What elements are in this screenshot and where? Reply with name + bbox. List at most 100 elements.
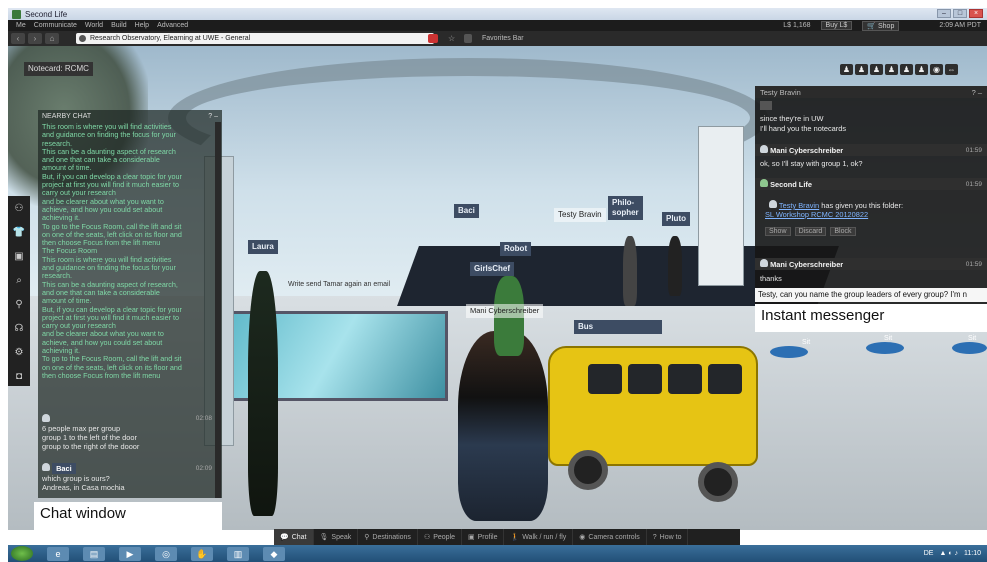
speaker-icon[interactable] (760, 101, 772, 110)
home-button[interactable]: ⌂ (45, 33, 59, 44)
show-button[interactable]: Show (765, 227, 791, 236)
dropdown-icon[interactable] (464, 34, 472, 43)
help-icon: ? (652, 533, 657, 541)
yellow-bus[interactable] (548, 346, 758, 521)
eye-icon: ◉ (579, 534, 586, 541)
notes-icon[interactable]: ▥ (227, 546, 249, 561)
destinations-label: Destinations (372, 533, 411, 541)
tray-icons[interactable]: ▲ ◐ ♪ (939, 550, 958, 557)
close-button[interactable]: × (969, 9, 983, 18)
avatar-pluto[interactable] (668, 236, 682, 296)
people-icon[interactable]: ⚇ (8, 196, 30, 220)
chat-message: Baci 02:09 which group is ours? Andreas,… (38, 460, 216, 494)
second-life-icon (760, 179, 768, 187)
chat-label: Chat (291, 533, 307, 541)
im-header: Testy Bravin ? – (755, 86, 987, 98)
media-player-icon[interactable]: ▶ (119, 546, 141, 561)
message-sender[interactable]: Baci (52, 463, 76, 474)
expand-icon[interactable]: ⇔ (945, 64, 958, 75)
person-icon[interactable]: ♟ (900, 64, 913, 75)
person-icon[interactable]: ♟ (885, 64, 898, 75)
language-indicator[interactable]: DE (924, 550, 934, 557)
folder-link[interactable]: SL Workshop RCMC 20120822 (765, 210, 868, 219)
inventory-icon[interactable]: ▣ (8, 244, 30, 268)
menu-help[interactable]: Help (135, 22, 149, 29)
person-icon[interactable]: ♟ (840, 64, 853, 75)
message-time: 01:59 (965, 260, 982, 268)
headset-icon[interactable]: ☊ (8, 316, 30, 340)
bus-window (668, 364, 702, 394)
camera-button[interactable]: ◉ Camera controls (573, 529, 647, 545)
chat-bubble-icon[interactable]: ◉ (930, 64, 943, 75)
menu-me[interactable]: Me (16, 22, 26, 29)
im-message-header: Mani Cyberschreiber 01:59 (755, 144, 987, 156)
snapshot-icon[interactable]: ◘ (8, 364, 30, 388)
bus-wheel (698, 462, 738, 502)
buy-currency-button[interactable]: Buy L$ (820, 21, 853, 30)
menu-advanced[interactable]: Advanced (157, 22, 188, 29)
second-life-taskbar-icon[interactable]: ✋ (191, 546, 213, 561)
avatar-player[interactable] (458, 331, 548, 521)
chat-button[interactable]: 💬 Chat (274, 529, 314, 545)
home-icon: ⌂ (49, 34, 55, 43)
window-titlebar: Second Life – □ × (8, 8, 987, 20)
avatar-philosopher[interactable] (623, 236, 637, 306)
floating-text: Write send Tamar again an email (288, 281, 391, 288)
minimize-button[interactable]: – (937, 9, 951, 18)
taskbar-clock[interactable]: 11:10 (964, 550, 981, 557)
back-button[interactable]: ‹ (11, 33, 25, 44)
block-button[interactable]: Block (830, 227, 856, 236)
settings-icon[interactable]: ⚙ (8, 340, 30, 364)
notecard-tab[interactable]: Notecard: RCMC (24, 62, 93, 76)
shop-button[interactable]: 🛒 Shop (862, 20, 900, 31)
shop-label: Shop (878, 22, 895, 30)
folder-icon[interactable]: ▤ (83, 546, 105, 561)
menu-world[interactable]: World (85, 22, 103, 29)
appearance-icon[interactable]: 👕 (8, 220, 30, 244)
message-line: 6 people max per group (42, 424, 121, 433)
panel-controls[interactable]: ? – (972, 88, 982, 97)
search-icon[interactable]: ⌕ (8, 268, 30, 292)
discard-button[interactable]: Discard (794, 227, 827, 236)
avatar-laura[interactable] (248, 271, 278, 516)
people-button[interactable]: ⚇ People (418, 529, 463, 545)
menu-communicate[interactable]: Communicate (34, 22, 77, 29)
person-icon[interactable]: ♟ (915, 64, 928, 75)
profile-label: Profile (477, 533, 498, 541)
profile-button[interactable]: ▣ Profile (462, 529, 505, 545)
walk-button[interactable]: 🚶 Walk / run / fly (504, 529, 574, 545)
clock: 2:09 AM PDT (939, 22, 981, 29)
person-icon[interactable]: ♟ (855, 64, 868, 75)
start-button[interactable] (11, 546, 33, 561)
howto-button[interactable]: ? How to (647, 529, 689, 545)
person-icon[interactable]: ♟ (870, 64, 883, 75)
message-sender[interactable]: Mani Cyberschreiber (770, 146, 843, 155)
name-tag-pluto: Pluto (662, 212, 690, 226)
favorite-star-icon[interactable]: ☆ (448, 34, 458, 43)
chat-log-line: then choose Focus from the lift menu (42, 370, 161, 380)
maximize-button[interactable]: □ (953, 9, 967, 18)
forward-button[interactable]: › (28, 33, 42, 44)
im-input[interactable]: Testy, can you name the group leaders of… (755, 288, 987, 302)
im-caption: Instant messenger (755, 304, 987, 332)
im-panel: Testy Bravin ? – since they're in UW I'l… (755, 86, 987, 304)
location-field[interactable]: Research Observatory, Elearning at UWE -… (76, 33, 434, 44)
menu-build[interactable]: Build (111, 22, 127, 29)
bus-window (708, 364, 742, 394)
app-icon[interactable]: ◆ (263, 546, 285, 561)
speak-button[interactable]: 🎙 Speak (314, 529, 359, 545)
panel-controls[interactable]: ? – (208, 113, 218, 120)
message-sender[interactable]: Mani Cyberschreiber (770, 260, 843, 269)
message-sender: Second Life (770, 180, 812, 189)
giver-link[interactable]: Testy Bravin (779, 201, 819, 210)
destinations-button[interactable]: ⚲ Destinations (358, 529, 418, 545)
cart-icon: 🛒 (867, 22, 877, 30)
user-icon (760, 259, 768, 267)
message-time: 01:59 (965, 146, 982, 154)
browser-icon[interactable]: e (47, 546, 69, 561)
firefox-icon[interactable]: ◎ (155, 546, 177, 561)
info-icon (79, 35, 86, 42)
name-tag-philosopher: Philo- sopher (608, 196, 643, 220)
places-icon[interactable]: ⚲ (8, 292, 30, 316)
map-pin-icon: ⚲ (364, 534, 370, 541)
